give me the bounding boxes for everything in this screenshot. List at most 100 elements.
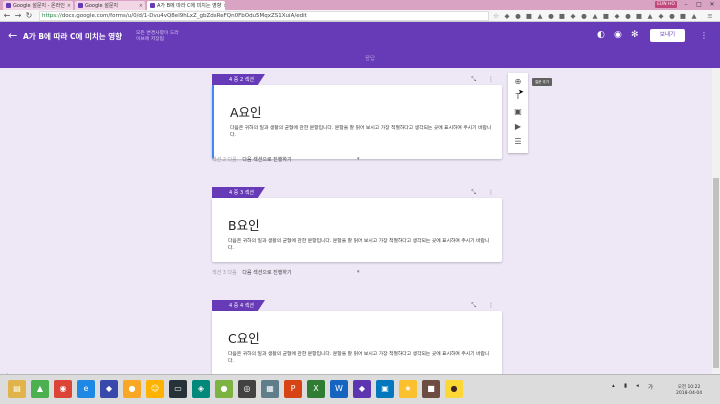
back-arrow-icon[interactable]: ← [2, 11, 12, 21]
tab-questions[interactable]: 질문 [338, 54, 348, 62]
scrollbar-thumb[interactable] [713, 178, 719, 368]
extension-icon[interactable]: ▲ [690, 12, 698, 20]
more-vert-icon[interactable]: ⋮ [488, 76, 494, 83]
extension-icon[interactable]: ● [547, 12, 555, 20]
forward-arrow-icon[interactable]: → [13, 11, 23, 21]
collapse-icon[interactable]: ⤡ [471, 302, 476, 309]
browser-tab[interactable]: Google 설문지 - 온라인 × [3, 1, 73, 10]
after-section-selector[interactable]: 섹션 3 다음 다음 섹션으로 진행하기 ▾ [212, 269, 372, 276]
kakaotalk-icon[interactable]: ● [445, 380, 463, 398]
collapse-icon[interactable]: ⤡ [471, 76, 476, 83]
add-image-icon[interactable]: ▣ [508, 105, 528, 118]
palette-icon[interactable]: ◐ [597, 31, 605, 40]
browser-tab-active[interactable]: A가 B에 따라 C에 미치는 영향 × [147, 1, 225, 10]
extension-icon[interactable]: ■ [679, 12, 687, 20]
more-vert-icon[interactable]: ⋮ [700, 31, 708, 40]
extension-icon[interactable]: ■ [602, 12, 610, 20]
app-icon[interactable]: ● [215, 380, 233, 398]
dropdown-arrow-icon: ▾ [357, 269, 360, 275]
camera-icon[interactable]: ◎ [238, 380, 256, 398]
volume-icon[interactable]: ◂ [636, 383, 639, 389]
extension-icon[interactable]: ▲ [536, 12, 544, 20]
network-icon[interactable]: ▮ [624, 383, 627, 389]
extension-icon[interactable]: ■ [558, 12, 566, 20]
drive-icon[interactable]: ▲ [31, 380, 49, 398]
app-icon[interactable]: ☺ [146, 380, 164, 398]
extension-icon[interactable]: ◆ [569, 12, 577, 20]
after-section-label: 섹션 3 다음 [212, 270, 237, 276]
forms-header: ← A가 B에 따라 C에 미치는 영향 모든 변경사항이 드라이브에 저장됨 … [0, 22, 720, 68]
after-section-value: 다음 섹션으로 진행하기 [242, 157, 292, 163]
taskbar: ▤ ▲ ◉ e ◆ ● ☺ ▭ ◈ ● ◎ ▦ P X W ◆ ▣ ★ ■ ● … [0, 374, 720, 404]
extension-icon[interactable]: ● [514, 12, 522, 20]
url-field[interactable]: https://docs.google.com/forms/u/0/d/1-Dv… [39, 11, 489, 21]
more-vert-icon[interactable]: ⋮ [488, 302, 494, 309]
excel-icon[interactable]: X [307, 380, 325, 398]
chrome-icon[interactable]: ◉ [54, 380, 72, 398]
star-icon[interactable]: ☆ [492, 12, 500, 20]
section-card[interactable]: ⤡ ⋮ C요인 다음은 귀하의 일과 생활의 균형에 관한 문항입니다. 문항을… [212, 302, 502, 375]
app-icon[interactable]: ◈ [192, 380, 210, 398]
reload-icon[interactable]: ↻ [24, 11, 34, 21]
ie-icon[interactable]: e [77, 380, 95, 398]
section-description[interactable]: 다음은 귀하의 일과 생활의 균형에 관한 문항입니다. 문항을 잘 읽어 보시… [228, 351, 490, 365]
section-description[interactable]: 다음은 귀하의 일과 생활의 균형에 관한 문항입니다. 문항을 잘 읽어 보시… [228, 238, 490, 252]
tab-responses[interactable]: 응답 [365, 54, 375, 62]
forms-favicon-icon [78, 3, 83, 8]
scrollbar[interactable] [712, 68, 720, 374]
section-description[interactable]: 다음은 귀하의 일과 생활의 균형에 관한 문항입니다. 문항을 잘 읽어 보시… [230, 125, 492, 139]
forms-favicon-icon [150, 3, 155, 8]
close-icon[interactable]: × [223, 3, 225, 9]
app-icon[interactable]: ● [123, 380, 141, 398]
extension-icon[interactable]: ◆ [503, 12, 511, 20]
close-icon[interactable]: × [139, 3, 145, 9]
add-question-icon[interactable]: ⊕ [508, 75, 528, 88]
maximize-icon[interactable]: □ [692, 0, 706, 9]
section-card[interactable]: ⤡ ⋮ A요인 다음은 귀하의 일과 생활의 균형에 관한 문항입니다. 문항을… [212, 76, 502, 159]
app-icon[interactable]: ▦ [261, 380, 279, 398]
form-title[interactable]: A가 B에 따라 C에 미치는 영향 [23, 31, 122, 42]
browser-tab[interactable]: Google 설문지 × [75, 1, 145, 10]
tray-arrow-icon[interactable]: ▴ [612, 383, 615, 389]
powerpoint-icon[interactable]: P [284, 380, 302, 398]
extension-icon[interactable]: ■ [525, 12, 533, 20]
minimize-icon[interactable]: – [679, 0, 693, 9]
extension-icon[interactable]: ● [624, 12, 632, 20]
extension-icon[interactable]: ◆ [613, 12, 621, 20]
collapse-icon[interactable]: ⤡ [471, 189, 476, 196]
star-icon[interactable]: ★ [399, 380, 417, 398]
back-arrow-icon[interactable]: ← [8, 29, 17, 42]
browser-menu-icon[interactable]: ≡ [706, 12, 714, 20]
gear-icon[interactable]: ✻ [631, 31, 639, 40]
word-icon[interactable]: W [330, 380, 348, 398]
app-icon[interactable]: ◆ [353, 380, 371, 398]
section-title[interactable]: B요인 [228, 215, 260, 234]
extension-icon[interactable]: ■ [635, 12, 643, 20]
section-title[interactable]: C요인 [228, 328, 260, 347]
app-icon[interactable]: ▣ [376, 380, 394, 398]
close-icon[interactable]: × [67, 3, 73, 9]
extension-icon[interactable]: ● [668, 12, 676, 20]
send-button[interactable]: 보내기 [650, 29, 685, 42]
tab-underline [327, 65, 355, 67]
clock[interactable]: 오전 10:22 2018-04-04 [676, 385, 702, 397]
extension-icon[interactable]: ◆ [657, 12, 665, 20]
section-card[interactable]: ⤡ ⋮ B요인 다음은 귀하의 일과 생활의 균형에 관한 문항입니다. 문항을… [212, 189, 502, 262]
app-icon[interactable]: ◆ [100, 380, 118, 398]
extension-icon[interactable]: ▲ [591, 12, 599, 20]
eye-icon[interactable]: ◉ [614, 31, 622, 40]
app-icon[interactable]: ■ [422, 380, 440, 398]
monitor-icon[interactable]: ▭ [169, 380, 187, 398]
add-section-icon[interactable]: ☰ [508, 135, 528, 148]
profile-badge[interactable]: EUN HO [655, 1, 677, 8]
extension-icon[interactable]: ● [580, 12, 588, 20]
ime-indicator[interactable]: 가 [648, 383, 653, 391]
more-vert-icon[interactable]: ⋮ [488, 189, 494, 196]
tooltip: 질문 추가 [532, 78, 552, 86]
after-section-selector[interactable]: 섹션 2 다음 다음 섹션으로 진행하기 ▾ [212, 156, 372, 163]
extension-icon[interactable]: ▲ [646, 12, 654, 20]
file-explorer-icon[interactable]: ▤ [8, 380, 26, 398]
section-title[interactable]: A요인 [230, 102, 262, 121]
window-close-icon[interactable]: ✕ [705, 0, 719, 9]
add-video-icon[interactable]: ▶ [508, 120, 528, 133]
